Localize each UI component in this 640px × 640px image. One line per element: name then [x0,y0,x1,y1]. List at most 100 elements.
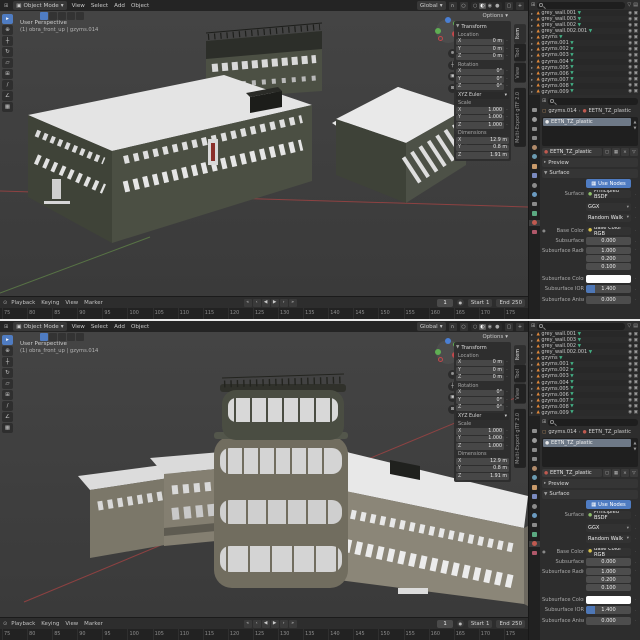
camera-visibility-icon[interactable]: ▣ [634,362,638,367]
tab-world-icon[interactable] [529,475,540,481]
breadcrumb-object[interactable]: gzyms.014 [548,108,576,114]
tab-physics-icon[interactable] [529,513,540,519]
eye-icon[interactable]: ◉ [628,41,632,46]
tab-constraints-icon[interactable] [529,201,540,207]
material-slot-selected[interactable]: ● EETN_TZ_plastic [543,439,631,447]
menu-item[interactable]: Add [114,3,125,9]
new-material-button[interactable]: ▦ [612,469,620,477]
base-color-field[interactable]: ●Base Color RGB [586,548,631,556]
frame-end-field[interactable]: End250 [496,299,525,307]
menu-item[interactable]: Keying [41,621,59,627]
timeline-ruler[interactable]: 7580859095100105110115120125130135140145… [0,308,528,319]
tab-multi-export-gltf[interactable]: Multi-Export glTF 2.0 [514,88,526,147]
expand-icon[interactable]: ▸ [531,386,535,391]
use-nodes-button[interactable]: ▦Use Nodes [586,179,631,188]
add-cube-tool-button[interactable]: ▦ [2,102,13,112]
transform-tool-button[interactable]: ⊞ [2,69,13,79]
outliner-editor-icon[interactable]: ⊞ [531,2,535,8]
dimension-field[interactable]: Y0.8 m [456,145,509,152]
play-button[interactable]: ▶ [271,620,279,628]
jump-to-start-button[interactable]: « [244,299,252,307]
eye-icon[interactable]: ◉ [628,404,632,409]
x-axis-neg-dot[interactable] [438,36,443,41]
dimension-field[interactable]: X12.9 m [456,137,509,144]
unlink-button[interactable]: × [621,469,629,477]
outliner-row[interactable]: ▸ ▲ gzyms.009 ▼ ◉ ▣ [529,89,640,95]
prev-keyframe-button[interactable]: ‹ [253,620,261,628]
lock-icon[interactable]: · [505,108,509,113]
expand-icon[interactable]: ▸ [531,344,535,349]
z-axis-dot[interactable] [445,17,451,23]
eye-icon[interactable]: ◉ [628,11,632,16]
menu-item[interactable]: Playback [11,621,35,627]
subsurface-ior-slider[interactable]: 1.400 [586,606,631,614]
tab-item[interactable]: Item [514,345,526,364]
select-mode-intersect-icon[interactable] [76,12,84,20]
camera-visibility-icon[interactable]: ▣ [634,35,638,40]
rotation-field[interactable]: X0° [456,390,504,397]
y-axis-dot[interactable] [435,349,441,355]
rotation-field[interactable]: Z0° [456,84,504,91]
location-field[interactable]: Z0 m [456,54,504,61]
tab-constraints-icon[interactable] [529,522,540,528]
expand-icon[interactable]: ▸ [531,392,535,397]
x-axis-neg-dot[interactable] [438,357,443,362]
menu-item[interactable]: Playback [11,300,35,306]
menu-item[interactable]: View [72,3,85,9]
lock-icon[interactable]: · [505,69,509,74]
dimension-field[interactable]: X12.9 m [456,458,509,465]
select-tool-button[interactable]: ▸ [2,335,13,345]
eye-icon[interactable]: ◉ [628,23,632,28]
eye-icon[interactable]: ◉ [628,392,632,397]
eye-icon[interactable]: ◉ [628,398,632,403]
snap-magnet-icon[interactable]: ∩ [449,323,457,331]
expand-icon[interactable]: ▸ [531,398,535,403]
gizmos-icon[interactable]: + [516,2,524,10]
eye-icon[interactable]: ◉ [628,35,632,40]
gizmos-icon[interactable]: + [516,323,524,331]
menu-item[interactable]: Select [91,3,108,9]
tab-material-icon[interactable] [529,541,540,547]
options-dropdown[interactable]: Options▾ [482,13,508,19]
surface-shader-field[interactable]: ●Principled BSDF [586,190,631,198]
filter-icon[interactable]: ▽ [627,2,631,8]
select-mode-extend-icon[interactable] [49,333,57,341]
camera-visibility-icon[interactable]: ▣ [634,350,638,355]
subsurface-color-swatch[interactable] [586,275,631,283]
scroll-up-icon[interactable]: ▲ [634,119,637,124]
tab-output-icon[interactable] [529,126,540,132]
cursor-tool-button[interactable]: ⊕ [2,346,13,356]
camera-visibility-icon[interactable]: ▣ [634,398,638,403]
radius-field[interactable]: 1.000 [586,568,631,575]
scroll-up-icon[interactable]: ▲ [634,440,637,445]
expand-icon[interactable]: ▸ [531,41,535,46]
subsurface-slider[interactable]: 0.000 [586,237,631,245]
breadcrumb-object[interactable]: gzyms.014 [548,429,576,435]
distribution-dropdown[interactable]: GGX▾ [586,203,631,211]
select-mode-subtract-icon[interactable] [58,12,66,20]
rotate-tool-button[interactable]: ↻ [2,368,13,378]
expand-icon[interactable]: ▸ [531,83,535,88]
lock-icon[interactable]: · [505,429,509,434]
scale-field[interactable]: X1.000 [456,428,504,435]
camera-visibility-icon[interactable]: ▣ [634,374,638,379]
tab-item[interactable]: Item [514,24,526,43]
subsurface-color-swatch[interactable] [586,596,631,604]
proportional-edit-icon[interactable]: ○ [460,323,468,331]
camera-visibility-icon[interactable]: ▣ [634,41,638,46]
lock-icon[interactable]: · [505,84,509,89]
auto-key-button[interactable]: ● [457,620,464,627]
eye-icon[interactable]: ◉ [628,374,632,379]
outliner-editor-icon[interactable]: ⊞ [531,323,535,329]
transform-tool-button[interactable]: ⊞ [2,390,13,400]
expand-icon[interactable]: ▸ [531,77,535,82]
subsurface-slider[interactable]: 0.000 [586,558,631,566]
expand-icon[interactable]: ▸ [531,17,535,22]
menu-item[interactable]: View [72,324,85,330]
camera-visibility-icon[interactable]: ▣ [634,77,638,82]
eye-icon[interactable]: ◉ [628,29,632,34]
scale-field[interactable]: Y1.000 [456,436,504,443]
eye-icon[interactable]: ◉ [628,356,632,361]
camera-visibility-icon[interactable]: ▣ [634,410,638,415]
outliner-search-input[interactable] [537,2,625,9]
